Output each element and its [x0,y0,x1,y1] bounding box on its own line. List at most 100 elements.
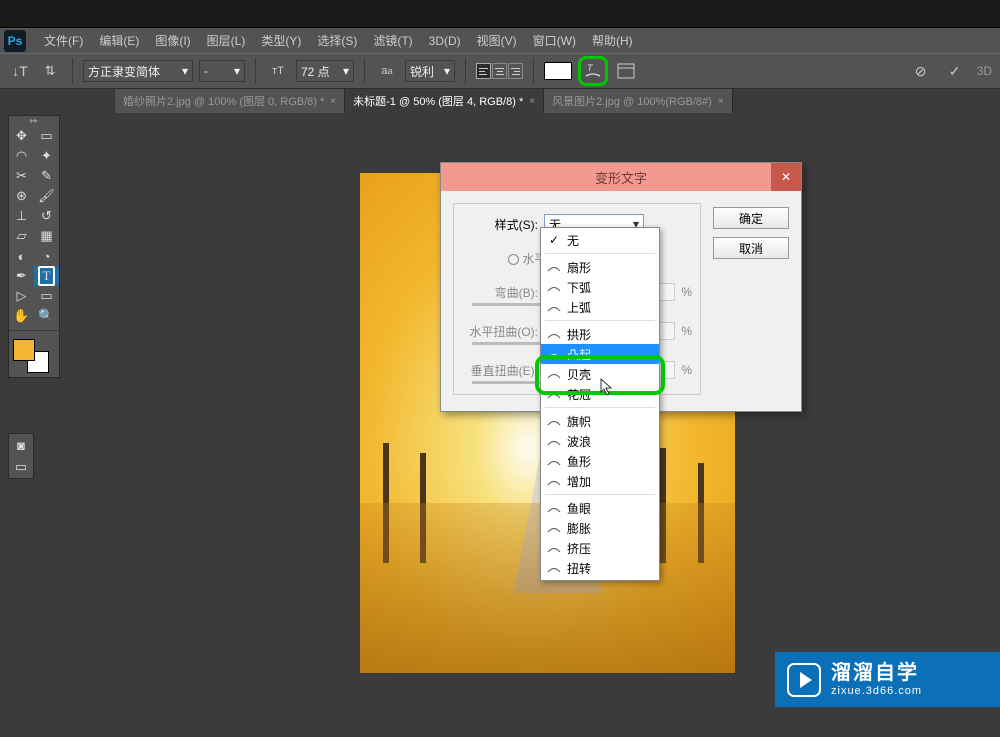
dialog-titlebar[interactable]: 变形文字 ✕ [441,163,801,191]
magic-wand-tool[interactable]: ✦ [34,146,59,166]
font-family-select[interactable]: 方正隶变简体▾ [83,60,193,82]
align-right-button[interactable] [508,63,523,79]
ok-button[interactable]: 确定 [713,207,789,229]
brush-tool[interactable]: 🖌 [34,186,59,206]
eyedropper-tool[interactable]: ✎ [34,166,59,186]
style-option[interactable]: 波浪 [541,431,659,451]
font-size-select[interactable]: 72 点▾ [296,60,354,82]
document-tab[interactable]: 婚纱照片2.jpg @ 100% (图层 0, RGB/8) *× [115,89,345,113]
3d-button[interactable]: 3D [977,64,992,78]
warp-text-button[interactable]: T [583,61,603,81]
align-center-button[interactable] [492,63,507,79]
watermark-title: 溜溜自学 [831,662,922,685]
orientation-toggle-icon[interactable]: ⇅ [38,59,62,83]
menu-file[interactable]: 文件(F) [36,28,91,53]
menu-window[interactable]: 窗口(W) [525,28,584,53]
gradient-tool[interactable]: ▦ [34,226,59,246]
style-option-label: 扭转 [567,560,591,577]
style-option[interactable]: 花冠 [541,384,659,404]
horizontal-radio[interactable] [508,254,519,265]
antialias-select[interactable]: 锐利▾ [405,60,455,82]
style-option[interactable]: 无 [541,230,659,250]
close-button[interactable]: ✕ [771,163,801,191]
blur-tool[interactable]: ◐ [9,246,34,266]
close-tab-icon[interactable]: × [330,96,336,107]
style-option[interactable]: 扇形 [541,257,659,277]
close-tab-icon[interactable]: × [718,96,724,107]
menu-image[interactable]: 图像(I) [147,28,198,53]
align-left-button[interactable] [476,63,491,79]
text-color-swatch[interactable] [544,62,572,80]
path-selection-tool[interactable]: ▷ [9,286,34,306]
hand-tool[interactable]: ✋ [9,306,34,326]
warp-style-icon [547,328,561,340]
style-option[interactable]: 贝壳 [541,364,659,384]
warp-style-icon [547,348,561,360]
style-option[interactable]: 上弧 [541,297,659,317]
font-size-icon: тT [266,59,290,83]
warp-style-icon [547,301,561,313]
style-option[interactable]: 增加 [541,471,659,491]
font-style-select[interactable]: -▾ [199,60,245,82]
menu-filter[interactable]: 滤镜(T) [365,28,420,53]
bend-label: 弯曲(B): [462,284,538,301]
style-option[interactable]: 鱼形 [541,451,659,471]
pen-tool[interactable]: ✒ [9,266,34,286]
crop-tool[interactable]: ✂ [9,166,34,186]
move-tool[interactable]: ✥ [9,126,34,146]
quick-mask-button[interactable]: ◙ [9,434,33,456]
menu-select[interactable]: 选择(S) [309,28,365,53]
divider [364,58,365,84]
style-option[interactable]: 拱形 [541,324,659,344]
lasso-tool[interactable]: ◠ [9,146,34,166]
close-tab-icon[interactable]: × [529,96,535,107]
cancel-icon[interactable]: ⊘ [909,59,933,83]
style-option[interactable]: 膨胀 [541,518,659,538]
type-tool[interactable]: T [34,266,59,286]
tool-preset-icon[interactable]: ↓T [8,59,32,83]
style-option[interactable]: 凸起 [541,344,659,364]
color-swatches[interactable] [9,335,57,377]
style-option-label: 花冠 [567,386,591,403]
foreground-color-swatch[interactable] [13,339,35,361]
style-option-label: 波浪 [567,433,591,450]
marquee-tool[interactable]: ▭ [34,126,59,146]
commit-icon[interactable]: ✓ [943,59,967,83]
zoom-tool[interactable]: 🔍 [34,306,59,326]
divider [533,58,534,84]
warp-style-icon [547,522,561,534]
cancel-button[interactable]: 取消 [713,237,789,259]
menubar: Ps 文件(F) 编辑(E) 图像(I) 图层(L) 类型(Y) 选择(S) 滤… [0,28,1000,53]
menu-view[interactable]: 视图(V) [469,28,525,53]
style-option[interactable]: 旗帜 [541,411,659,431]
healing-brush-tool[interactable]: ⊛ [9,186,34,206]
warp-style-icon [547,388,561,400]
style-option-label: 增加 [567,473,591,490]
menu-help[interactable]: 帮助(H) [584,28,641,53]
style-option[interactable]: 挤压 [541,538,659,558]
style-option-label: 挤压 [567,540,591,557]
style-option-label: 鱼形 [567,453,591,470]
style-option[interactable]: 鱼眼 [541,498,659,518]
menu-layer[interactable]: 图层(L) [199,28,254,53]
document-tab[interactable]: 未标题-1 @ 50% (图层 4, RGB/8) *× [345,89,544,113]
style-option-label: 鱼眼 [567,500,591,517]
panel-grip[interactable]: ▸▸ [9,116,59,126]
style-option[interactable]: 扭转 [541,558,659,578]
document-tab[interactable]: 风景图片2.jpg @ 100%(RGB/8#)× [544,89,733,113]
dodge-tool[interactable]: ◔ [34,246,59,266]
tutorial-highlight: T [578,56,608,86]
svg-text:T: T [587,63,594,73]
menu-type[interactable]: 类型(Y) [253,28,309,53]
clone-stamp-tool[interactable]: ⊥ [9,206,34,226]
menu-edit[interactable]: 编辑(E) [91,28,147,53]
screen-mode-button[interactable]: ▭ [9,456,33,478]
character-panel-button[interactable] [614,59,638,83]
style-option[interactable]: 下弧 [541,277,659,297]
shape-tool[interactable]: ▭ [34,286,59,306]
watermark-play-icon [787,663,821,697]
screen-mode-panel: ◙ ▭ [8,433,34,479]
menu-3d[interactable]: 3D(D) [421,30,469,52]
eraser-tool[interactable]: ▱ [9,226,34,246]
history-brush-tool[interactable]: ↺ [34,206,59,226]
